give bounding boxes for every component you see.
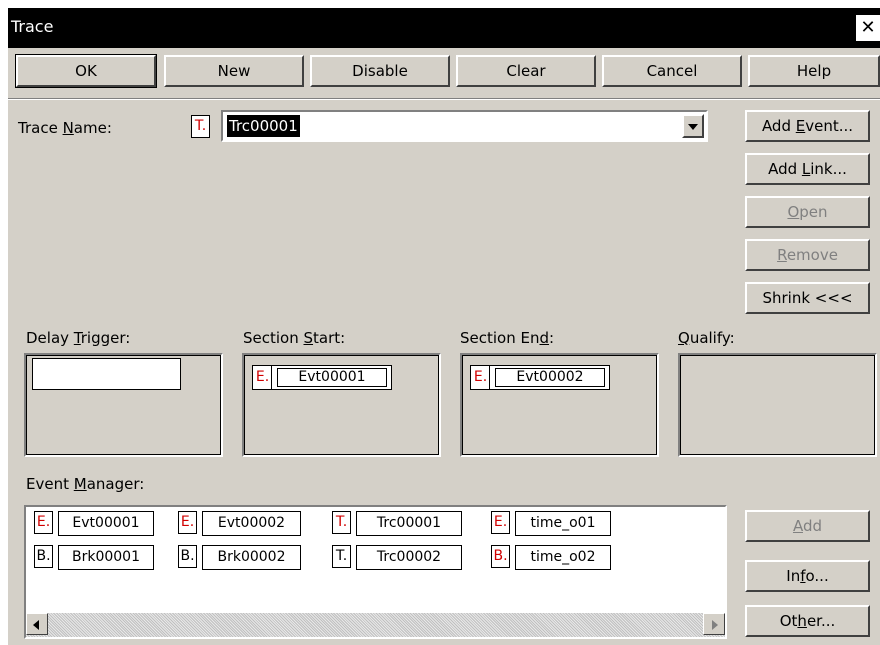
event-chip[interactable]: T. Trc00002 [332, 545, 482, 570]
scroll-left-icon[interactable] [26, 613, 48, 635]
event-badge: B. [34, 545, 53, 568]
event-name: Trc00001 [356, 511, 462, 536]
separator [8, 98, 880, 100]
qualify-panel[interactable] [678, 353, 877, 457]
trace-name-value: Trc00001 [227, 115, 300, 137]
event-chip[interactable]: B. Brk00002 [178, 545, 323, 570]
new-button[interactable]: New [164, 55, 304, 87]
event-chip[interactable]: E. Evt00002 [178, 511, 323, 536]
event-chip[interactable]: B. time_o02 [491, 545, 631, 570]
trace-name-label: Trace Name: [18, 119, 112, 137]
event-name: Brk00002 [202, 545, 301, 570]
add-link-button[interactable]: Add Link... [745, 153, 870, 185]
event-badge: E. [254, 366, 272, 389]
event-badge: B. [178, 545, 197, 568]
info-button[interactable]: Info... [745, 560, 870, 592]
event-chip[interactable]: E. time_o01 [491, 511, 631, 536]
title-bar: Trace ✕ [8, 8, 880, 48]
event-chip[interactable]: T. Trc00001 [332, 511, 482, 536]
ok-button[interactable]: OK [15, 54, 157, 88]
event-name: Brk00001 [58, 545, 154, 570]
event-badge: E. [472, 366, 490, 389]
event-name: Evt00002 [495, 368, 605, 387]
delay-trigger-label: Delay Trigger: [26, 329, 131, 347]
cancel-button[interactable]: Cancel [602, 55, 742, 87]
horizontal-scrollbar[interactable] [26, 613, 725, 637]
scroll-right-icon[interactable] [703, 613, 725, 635]
event-manager-list[interactable]: E. Evt00001 E. Evt00002 T. Trc00001 E. time_o01… [24, 505, 727, 639]
shrink-button[interactable]: Shrink <<< [745, 282, 870, 314]
chevron-down-icon[interactable] [682, 114, 704, 138]
event-name: Evt00001 [58, 511, 154, 536]
other-button[interactable]: Other... [745, 605, 870, 637]
event-badge: E. [34, 511, 53, 534]
add-event-button[interactable]: Add Event... [745, 110, 870, 142]
section-start-panel[interactable]: E. Evt00001 [242, 353, 441, 457]
event-chip[interactable]: E. Evt00001 [34, 511, 175, 536]
event-name: time_o01 [515, 511, 611, 536]
trace-name-combobox[interactable]: Trc00001 [221, 110, 708, 142]
help-button[interactable]: Help [748, 55, 880, 87]
event-badge: T. [332, 545, 351, 568]
delay-trigger-field[interactable] [32, 358, 181, 390]
qualify-label: Qualify: [678, 329, 735, 347]
section-end-panel[interactable]: E. Evt00002 [460, 353, 659, 457]
window-title: Trace [11, 17, 54, 36]
event-badge: E. [178, 511, 197, 534]
event-name: Trc00002 [356, 545, 462, 570]
trace-window: Trace ✕ OK New Disable Clear Cancel Help… [8, 8, 880, 645]
event-name: Evt00001 [277, 368, 387, 387]
disable-button[interactable]: Disable [310, 55, 450, 87]
trace-type-badge: T. [191, 115, 210, 138]
event-name: time_o02 [515, 545, 611, 570]
add-button[interactable]: Add [745, 510, 870, 542]
event-chip[interactable]: B. Brk00001 [34, 545, 175, 570]
section-start-label: Section Start: [243, 329, 346, 347]
section-end-label: Section End: [460, 329, 555, 347]
clear-button[interactable]: Clear [456, 55, 596, 87]
remove-button[interactable]: Remove [745, 239, 870, 271]
event-badge: B. [491, 545, 510, 568]
event-badge: E. [491, 511, 510, 534]
open-button[interactable]: Open [745, 196, 870, 228]
event-name: Evt00002 [202, 511, 301, 536]
section-start-event[interactable]: E. Evt00001 [252, 365, 392, 390]
event-manager-label: Event Manager: [26, 475, 145, 493]
section-end-event[interactable]: E. Evt00002 [470, 365, 610, 390]
close-icon[interactable]: ✕ [856, 15, 880, 41]
event-badge: T. [332, 511, 351, 534]
